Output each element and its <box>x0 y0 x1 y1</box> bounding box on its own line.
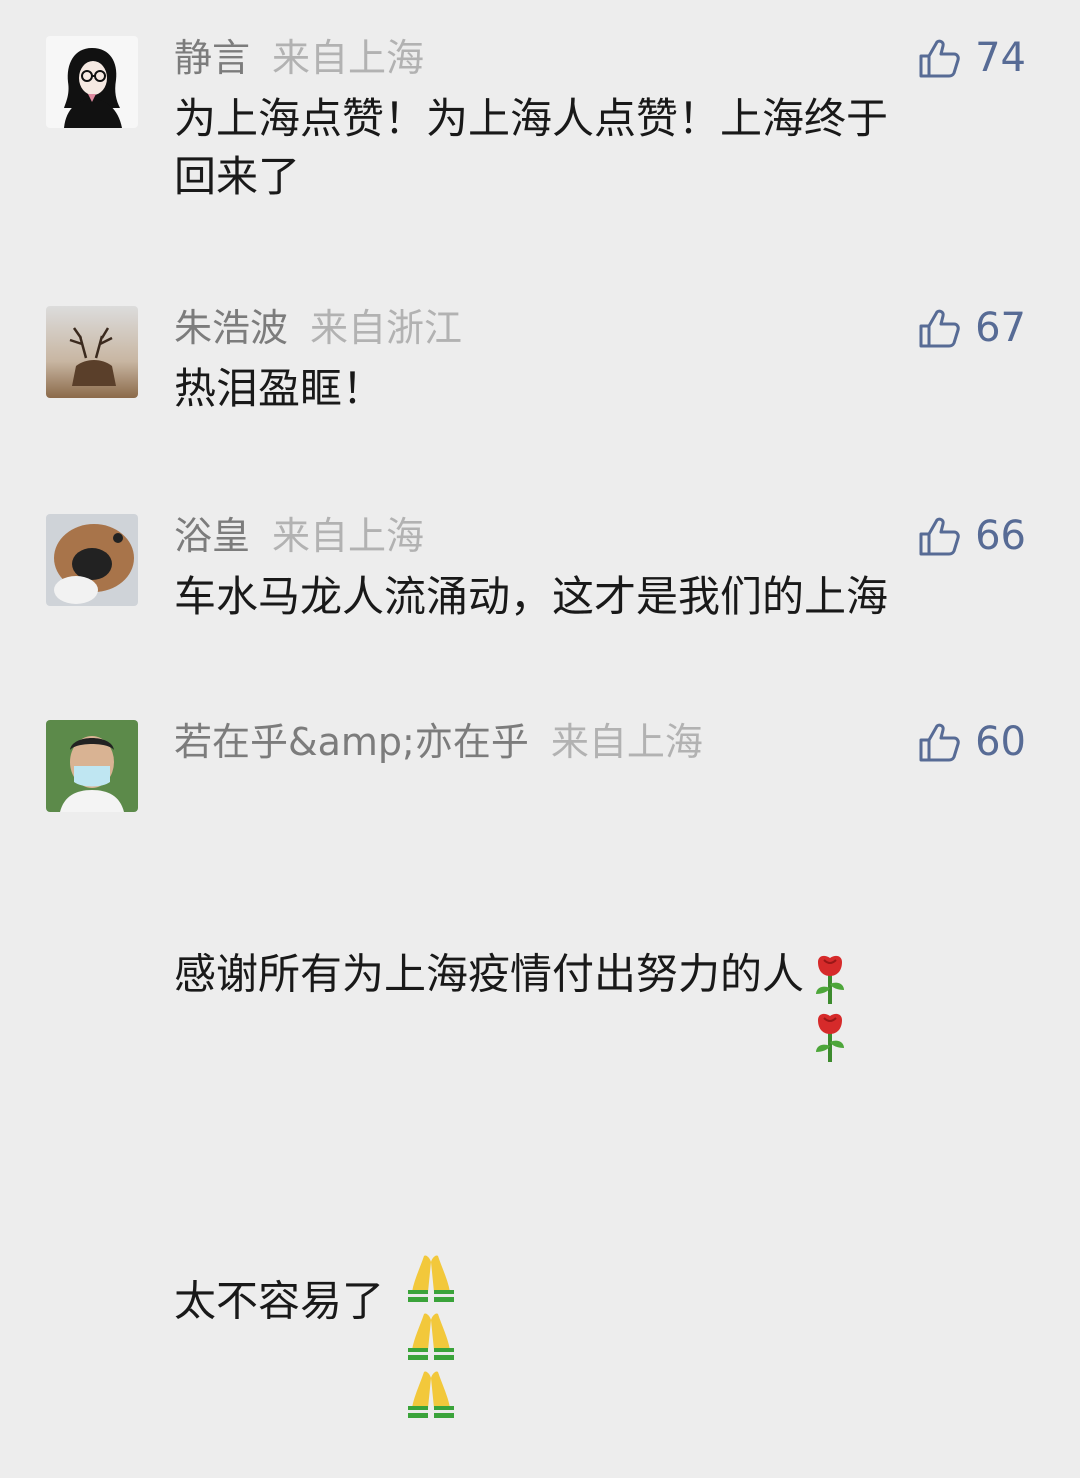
like-button[interactable]: 60 <box>917 719 1026 765</box>
commenter-name[interactable]: 朱浩波 <box>174 306 288 350</box>
comment-text-line-2: 太不容易了 <box>174 1276 385 1326</box>
rose-emoji <box>816 955 845 1004</box>
thumbs-up-icon <box>919 517 960 556</box>
thumbs-up-icon <box>919 309 960 348</box>
comment-location: 来自上海 <box>272 514 425 558</box>
folded-hands-emoji <box>408 1370 455 1418</box>
like-count: 66 <box>975 513 1026 559</box>
commenter-name[interactable]: 静言 <box>174 36 250 80</box>
commenter-name[interactable]: 若在乎&amp;亦在乎 <box>174 720 529 764</box>
comment-text: 热泪盈眶！ <box>174 364 385 413</box>
like-button[interactable]: 67 <box>917 305 1026 351</box>
comment-text: 感谢所有为上海疫情付出努力的人 太不容易了 <box>174 774 1014 1478</box>
avatar[interactable] <box>46 720 138 812</box>
thumbs-up-icon <box>919 39 960 78</box>
like-count: 60 <box>975 719 1026 765</box>
avatar[interactable] <box>46 306 138 398</box>
rose-emoji <box>816 1013 845 1062</box>
like-count: 74 <box>975 35 1026 81</box>
comment-item: 若在乎&amp;亦在乎 来自上海 60 感谢所有为上海疫情付出努力的人 太不容易… <box>0 719 1080 1418</box>
folded-hands-emoji <box>408 1312 455 1360</box>
comment-meta: 朱浩波 来自浙江 <box>174 306 462 350</box>
comment-item: 浴皇 来自上海 66 车水马龙人流涌动，这才是我们的上海 <box>0 513 1080 621</box>
comment-text-line: 太不容易了 <box>174 1130 1014 1420</box>
comment-location: 来自浙江 <box>310 306 463 350</box>
comment-text-line-1: 感谢所有为上海疫情付出努力的人 <box>174 949 805 999</box>
like-button[interactable]: 74 <box>917 35 1026 81</box>
comment-meta: 静言 来自上海 <box>174 36 424 80</box>
thumbs-up-icon <box>919 723 960 762</box>
comment-item: 静言 来自上海 74 为上海点赞！为上海人点赞！上海终于 回来了 <box>0 35 1080 236</box>
comment-text: 车水马龙人流涌动，这才是我们的上海 <box>174 572 889 621</box>
comment-location: 来自上海 <box>272 36 425 80</box>
comment-meta: 浴皇 来自上海 <box>174 514 424 558</box>
like-count: 67 <box>975 305 1026 351</box>
commenter-name[interactable]: 浴皇 <box>174 514 250 558</box>
comment-location: 来自上海 <box>550 720 703 764</box>
like-button[interactable]: 66 <box>917 513 1026 559</box>
comment-text: 为上海点赞！为上海人点赞！上海终于 回来了 <box>174 94 889 201</box>
comment-meta: 若在乎&amp;亦在乎 来自上海 <box>174 720 703 764</box>
comment-text-line: 感谢所有为上海疫情付出努力的人 <box>174 832 1014 1064</box>
emoji-group <box>398 1188 458 1420</box>
folded-hands-emoji <box>408 1254 455 1302</box>
avatar[interactable] <box>46 36 138 128</box>
emoji-group <box>804 890 850 1064</box>
avatar[interactable] <box>46 514 138 606</box>
comment-item: 朱浩波 来自浙江 67 热泪盈眶！ <box>0 305 1080 413</box>
